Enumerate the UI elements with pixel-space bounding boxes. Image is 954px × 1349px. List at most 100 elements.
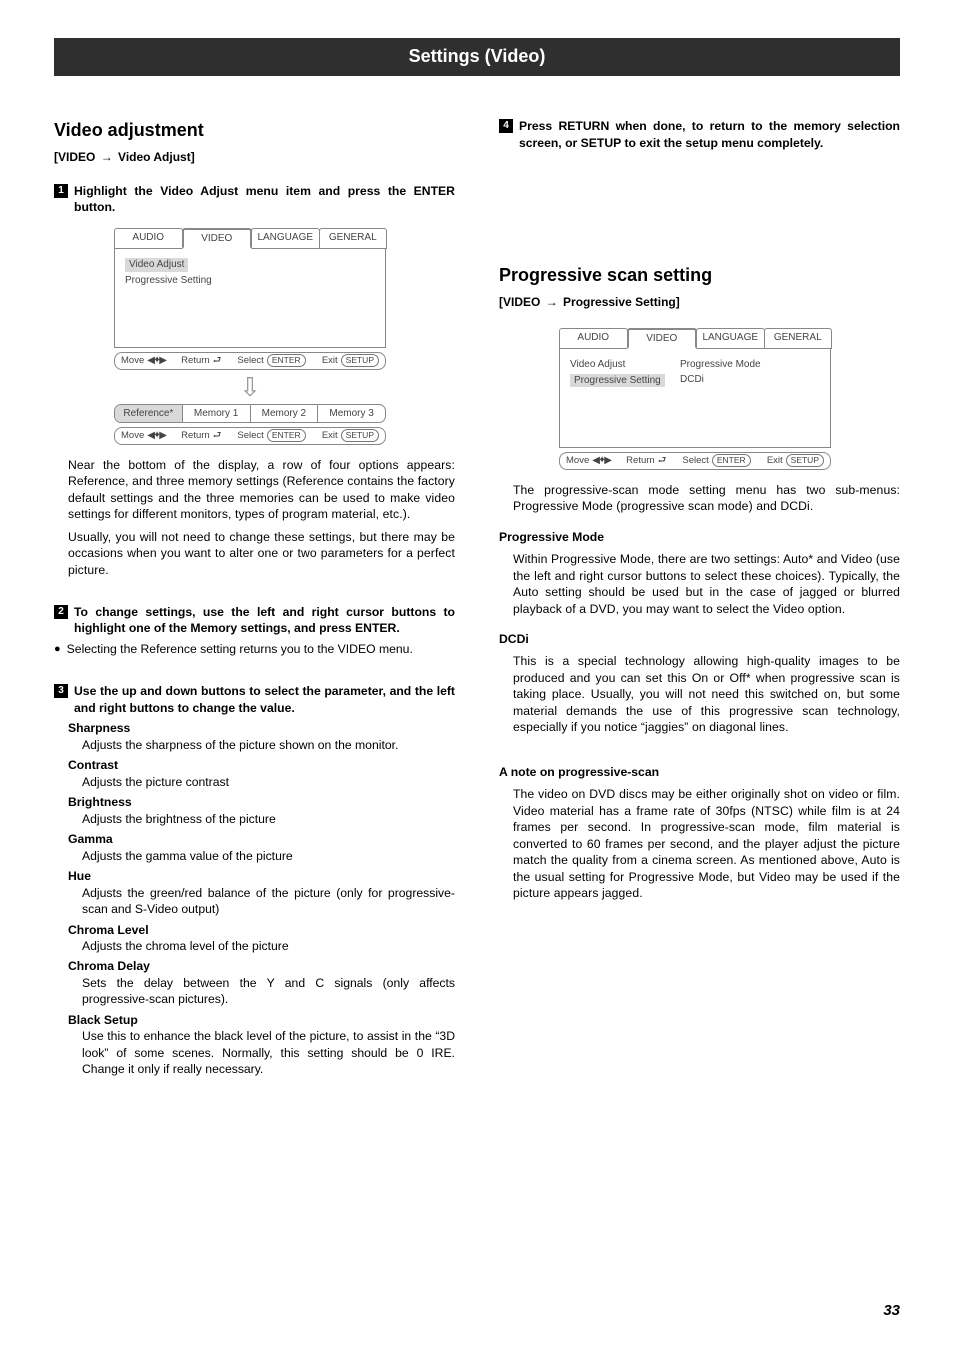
section-heading-progressive-scan: Progressive scan setting xyxy=(499,263,900,287)
section-heading-video-adjustment: Video adjustment xyxy=(54,118,455,142)
breadcrumb-part-b: Video Adjust] xyxy=(118,150,195,164)
memory-2: Memory 2 xyxy=(251,405,319,423)
step-number-1: 1 xyxy=(54,184,68,198)
step-3: 3 Use the up and down buttons to select … xyxy=(54,683,455,716)
step-1: 1 Highlight the Video Adjust menu item a… xyxy=(54,183,455,216)
osd-pane: Video Adjust Progressive Setting Progres… xyxy=(559,348,831,448)
param-chroma-delay-name: Chroma Delay xyxy=(68,958,455,974)
osd-tab-language: LANGUAGE xyxy=(251,228,320,250)
hint-return-2: Return⮐ xyxy=(181,430,221,443)
param-gamma-name: Gamma xyxy=(68,831,455,847)
osd-hint-bar: Move ◀✦▶ Return⮐ Select ENTER Exit SETUP xyxy=(114,352,386,370)
osd-pane: Video Adjust Progressive Setting xyxy=(114,248,386,348)
param-black-setup-desc: Use this to enhance the black level of t… xyxy=(82,1028,455,1077)
param-sharpness-name: Sharpness xyxy=(68,720,455,736)
setup-pill: SETUP xyxy=(341,354,379,367)
chapter-title: Settings (Video) xyxy=(54,38,900,76)
param-brightness-desc: Adjusts the brightness of the picture xyxy=(82,811,455,827)
hint-exit: Exit SETUP xyxy=(322,354,379,367)
setup-pill: SETUP xyxy=(341,429,379,442)
step-1-text: Highlight the Video Adjust menu item and… xyxy=(74,183,455,216)
step-3-text: Use the up and down buttons to select th… xyxy=(74,683,455,716)
breadcrumb-video-adjust: [VIDEO → Video Adjust] xyxy=(54,149,455,165)
bullet-icon: ● xyxy=(54,641,61,657)
osd-hint-bar-2: Move ◀✦▶ Return⮐ Select ENTER Exit SETUP xyxy=(114,427,386,445)
paragraph-dcdi: This is a special technology allowing hi… xyxy=(513,653,900,735)
osd-tab-general: GENERAL xyxy=(764,328,833,350)
hint-select: Select ENTER xyxy=(682,454,750,467)
osd-tab-video: VIDEO xyxy=(182,228,253,250)
memory-1: Memory 1 xyxy=(183,405,251,423)
osd-tab-row: AUDIO VIDEO LANGUAGE GENERAL xyxy=(559,328,831,350)
setup-pill: SETUP xyxy=(786,454,824,467)
hint-select: Select ENTER xyxy=(237,354,305,367)
enter-pill: ENTER xyxy=(267,429,306,442)
subhead-note-progressive: A note on progressive-scan xyxy=(499,764,900,780)
return-icon: ⮐ xyxy=(213,355,222,368)
osd-hint-bar: Move ◀✦▶ Return⮐ Select ENTER Exit SETUP xyxy=(559,452,831,470)
breadcrumb-part-b: Progressive Setting] xyxy=(563,295,680,309)
paragraph-usually: Usually, you will not need to change the… xyxy=(68,529,455,578)
hint-move-2: Move ◀✦▶ xyxy=(121,429,165,443)
memory-row: Reference* Memory 1 Memory 2 Memory 3 xyxy=(114,404,386,424)
hint-select-2: Select ENTER xyxy=(237,429,305,442)
osd-tab-audio: AUDIO xyxy=(114,228,183,250)
step-number-3: 3 xyxy=(54,684,68,698)
memory-3: Memory 3 xyxy=(318,405,385,423)
parameter-list: Sharpness Adjusts the sharpness of the p… xyxy=(54,720,455,1077)
param-contrast-desc: Adjusts the picture contrast xyxy=(82,774,455,790)
param-chroma-delay-desc: Sets the delay between the Y and C signa… xyxy=(82,975,455,1008)
step-4: 4 Press RETURN when done, to return to t… xyxy=(499,118,900,151)
param-black-setup-name: Black Setup xyxy=(68,1012,455,1028)
breadcrumb-part-a: [VIDEO xyxy=(499,295,540,309)
breadcrumb-progressive-setting: [VIDEO → Progressive Setting] xyxy=(499,294,900,310)
osd-item-video-adjust: Video Adjust xyxy=(125,258,188,272)
param-brightness-name: Brightness xyxy=(68,794,455,810)
subhead-dcdi: DCDi xyxy=(499,631,900,647)
osd-tab-general: GENERAL xyxy=(319,228,388,250)
param-sharpness-desc: Adjusts the sharpness of the picture sho… xyxy=(82,737,455,753)
paragraph-note-progressive: The video on DVD discs may be either ori… xyxy=(513,786,900,901)
step-2-text: To change settings, use the left and rig… xyxy=(74,604,455,637)
arrow-down-icon: ⇩ xyxy=(114,374,386,400)
hint-return: Return⮐ xyxy=(181,355,221,368)
osd-tab-language: LANGUAGE xyxy=(696,328,765,350)
dpad-icon: ◀✦▶ xyxy=(147,354,165,368)
breadcrumb-part-a: [VIDEO xyxy=(54,150,95,164)
hint-move: Move ◀✦▶ xyxy=(121,354,165,368)
osd-item-progressive-setting: Progressive Setting xyxy=(125,274,375,288)
arrow-right-icon: → xyxy=(101,149,113,165)
arrow-right-icon: → xyxy=(546,294,558,310)
right-column: 4 Press RETURN when done, to return to t… xyxy=(499,118,900,1079)
param-chroma-level-name: Chroma Level xyxy=(68,922,455,938)
osd-tab-row: AUDIO VIDEO LANGUAGE GENERAL xyxy=(114,228,386,250)
osd-item-progressive-setting: Progressive Setting xyxy=(570,374,665,388)
page-number: 33 xyxy=(883,1301,900,1321)
param-gamma-desc: Adjusts the gamma value of the picture xyxy=(82,848,455,864)
param-chroma-level-desc: Adjusts the chroma level of the picture xyxy=(82,938,455,954)
subhead-progressive-mode: Progressive Mode xyxy=(499,529,900,545)
paragraph-progressive-mode: Within Progressive Mode, there are two s… xyxy=(513,551,900,617)
step-4-text: Press RETURN when done, to return to the… xyxy=(519,118,900,151)
enter-pill: ENTER xyxy=(712,454,751,467)
hint-exit: Exit SETUP xyxy=(767,454,824,467)
enter-pill: ENTER xyxy=(267,354,306,367)
dpad-icon: ◀✦▶ xyxy=(592,454,610,468)
bullet-reference-note: ● Selecting the Reference setting return… xyxy=(54,641,455,657)
step-number-4: 4 xyxy=(499,119,513,133)
param-contrast-name: Contrast xyxy=(68,757,455,773)
osd-tab-video: VIDEO xyxy=(627,328,698,350)
osd-item-dcdi: DCDi xyxy=(680,373,761,387)
step-number-2: 2 xyxy=(54,605,68,619)
bullet-text: Selecting the Reference setting returns … xyxy=(67,641,413,657)
dpad-icon: ◀✦▶ xyxy=(147,429,165,443)
left-column: Video adjustment [VIDEO → Video Adjust] … xyxy=(54,118,455,1079)
return-icon: ⮐ xyxy=(658,455,667,468)
two-column-layout: Video adjustment [VIDEO → Video Adjust] … xyxy=(54,118,900,1079)
figure-osd-progressive: AUDIO VIDEO LANGUAGE GENERAL Video Adjus… xyxy=(559,328,831,470)
hint-move: Move ◀✦▶ xyxy=(566,454,610,468)
paragraph-options-description: Near the bottom of the display, a row of… xyxy=(68,457,455,523)
page: Settings (Video) Video adjustment [VIDEO… xyxy=(0,0,954,1349)
return-icon: ⮐ xyxy=(213,430,222,443)
hint-exit-2: Exit SETUP xyxy=(322,429,379,442)
